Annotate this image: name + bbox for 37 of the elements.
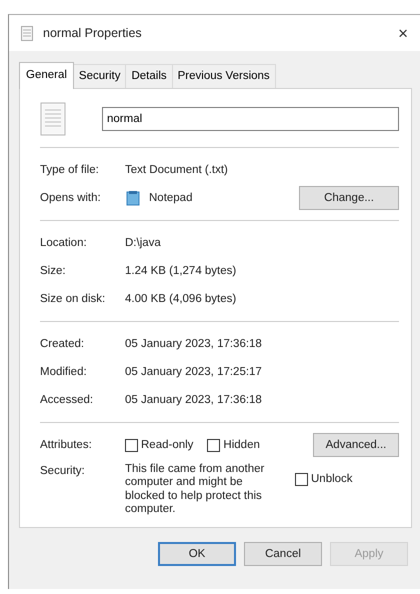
tab[interactable]: Previous Versions bbox=[172, 64, 276, 88]
advanced-button[interactable]: Advanced... bbox=[313, 433, 399, 458]
field-label: Size: bbox=[40, 264, 67, 279]
close-button[interactable]: × bbox=[394, 24, 412, 42]
field-label: Location: bbox=[40, 236, 88, 251]
checkbox-label: Hidden bbox=[223, 438, 260, 453]
field-label: Accessed: bbox=[40, 392, 94, 408]
dialog-button[interactable]: Cancel bbox=[244, 542, 322, 566]
document-icon bbox=[40, 102, 66, 136]
field-label: Security: bbox=[40, 464, 86, 480]
field-label: Size on disk: bbox=[40, 292, 106, 307]
field-value: 4.00 KB (4,096 bytes) bbox=[125, 292, 236, 307]
checkbox-label: Unblock bbox=[311, 472, 353, 488]
notepad-icon bbox=[125, 190, 141, 206]
field-value: 1.24 KB (1,274 bytes) bbox=[125, 264, 236, 279]
checkbox[interactable] bbox=[207, 438, 220, 452]
tab[interactable]: General bbox=[19, 62, 74, 90]
field-label: Opens with: bbox=[40, 190, 102, 206]
checkbox[interactable] bbox=[125, 438, 138, 452]
dialog-button[interactable]: OK bbox=[158, 542, 236, 566]
field-value: D:\java bbox=[125, 236, 161, 251]
field-value: 05 January 2023, 17:25:17 bbox=[125, 364, 262, 380]
field-value: Text Document (.txt) bbox=[125, 162, 228, 178]
checkbox[interactable] bbox=[295, 473, 308, 486]
field-value: 05 January 2023, 17:36:18 bbox=[125, 336, 262, 352]
field-label: Type of file: bbox=[40, 162, 100, 178]
security-text: This file came from another computer and might be blocked to help protect this computer. bbox=[125, 463, 266, 516]
change-button[interactable]: Change... bbox=[299, 186, 399, 210]
field-label: Modified: bbox=[40, 364, 88, 380]
document-icon bbox=[21, 26, 33, 40]
field-label: Attributes: bbox=[40, 438, 93, 453]
file-name-field[interactable]: normal bbox=[102, 107, 399, 132]
field-value: 05 January 2023, 17:36:18 bbox=[125, 392, 262, 408]
window-title: normal Properties bbox=[43, 24, 143, 42]
checkbox-label: Read-only bbox=[141, 438, 194, 453]
field-value: Notepad bbox=[149, 190, 194, 206]
field-label: Created: bbox=[40, 336, 86, 352]
